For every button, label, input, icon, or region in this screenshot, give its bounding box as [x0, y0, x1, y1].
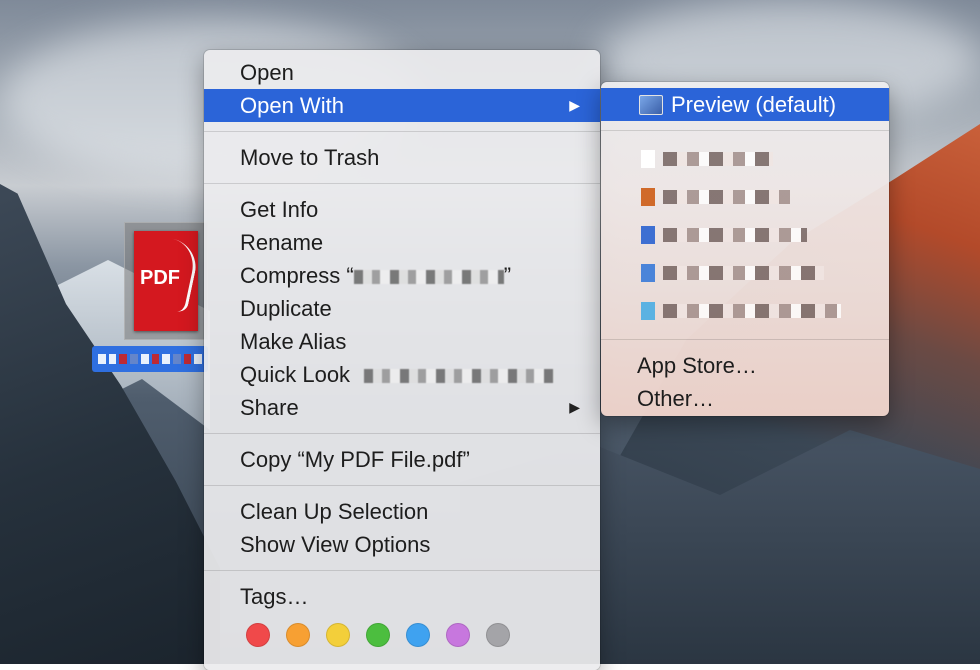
tag-green-dot[interactable] — [366, 623, 390, 647]
menu-item-label: Copy “My PDF File.pdf” — [240, 447, 470, 472]
pdf-thumbnail: PDF — [134, 231, 201, 331]
tag-color-row — [204, 613, 600, 647]
app-icon — [641, 188, 655, 206]
menu-item-copy[interactable]: Copy “My PDF File.pdf” — [204, 443, 600, 476]
tag-orange-dot[interactable] — [286, 623, 310, 647]
menu-separator — [601, 130, 889, 131]
redacted-app-name — [663, 228, 807, 242]
file-name-label-redacted[interactable] — [92, 346, 208, 372]
menu-item-app-redacted[interactable] — [601, 292, 889, 330]
menu-item-make-alias[interactable]: Make Alias — [204, 325, 600, 358]
menu-item-label: Make Alias — [240, 329, 347, 354]
menu-item-preview-default[interactable]: Preview (default) — [601, 88, 889, 121]
menu-item-label: Show View Options — [240, 532, 431, 557]
app-icon — [641, 150, 655, 168]
menu-item-label: Other… — [637, 386, 715, 411]
tag-gray-dot[interactable] — [486, 623, 510, 647]
redacted-filename — [353, 270, 504, 285]
menu-separator — [204, 183, 600, 184]
menu-item-label-suffix: ” — [503, 263, 512, 288]
menu-item-app-redacted[interactable] — [601, 216, 889, 254]
menu-item-label: Open With — [240, 93, 344, 118]
app-icon — [641, 226, 655, 244]
menu-item-app-store[interactable]: App Store… — [601, 349, 889, 382]
submenu-arrow-icon: ▶ — [569, 399, 580, 415]
menu-item-quick-look[interactable]: Quick Look — [204, 358, 600, 391]
redacted-app-name — [663, 304, 841, 318]
menu-item-share[interactable]: Share ▶ — [204, 391, 600, 424]
menu-item-open[interactable]: Open — [204, 56, 600, 89]
pdf-file-icon[interactable]: PDF — [124, 222, 208, 340]
menu-item-label: Move to Trash — [240, 145, 380, 170]
menu-item-rename[interactable]: Rename — [204, 226, 600, 259]
menu-item-label: App Store… — [637, 353, 757, 378]
menu-item-get-info[interactable]: Get Info — [204, 193, 600, 226]
menu-item-duplicate[interactable]: Duplicate — [204, 292, 600, 325]
submenu-arrow-icon: ▶ — [569, 97, 580, 113]
menu-item-label: Preview (default) — [671, 92, 837, 117]
context-menu: Open Open With ▶ Move to Trash Get Info … — [204, 50, 600, 670]
menu-item-label: Rename — [240, 230, 324, 255]
menu-item-app-redacted[interactable] — [601, 140, 889, 178]
menu-item-show-view-options[interactable]: Show View Options — [204, 528, 600, 561]
menu-item-clean-up-selection[interactable]: Clean Up Selection — [204, 495, 600, 528]
menu-item-label: Open — [240, 60, 294, 85]
menu-item-tags[interactable]: Tags… — [204, 580, 600, 613]
redacted-filename — [364, 369, 555, 384]
redacted-app-name — [663, 152, 773, 166]
menu-item-other[interactable]: Other… — [601, 382, 889, 415]
menu-item-compress[interactable]: Compress “ ” — [204, 259, 600, 292]
tag-blue-dot[interactable] — [406, 623, 430, 647]
open-with-submenu: Preview (default) App Store… Other… — [601, 82, 889, 416]
tag-purple-dot[interactable] — [446, 623, 470, 647]
menu-separator — [204, 433, 600, 434]
menu-item-label: Duplicate — [240, 296, 332, 321]
menu-item-open-with[interactable]: Open With ▶ — [204, 89, 600, 122]
app-list — [601, 140, 889, 330]
menu-item-label: Get Info — [240, 197, 319, 222]
menu-item-app-redacted[interactable] — [601, 178, 889, 216]
menu-separator — [601, 339, 889, 340]
menu-item-move-to-trash[interactable]: Move to Trash — [204, 141, 600, 174]
tag-yellow-dot[interactable] — [326, 623, 350, 647]
menu-item-label: Share — [240, 395, 299, 420]
tag-red-dot[interactable] — [246, 623, 270, 647]
preview-app-icon — [639, 95, 663, 115]
menu-separator — [204, 570, 600, 571]
menu-item-label: Tags… — [240, 584, 309, 609]
app-icon — [641, 302, 655, 320]
menu-separator — [204, 485, 600, 486]
signature-swoosh-icon — [158, 238, 201, 314]
menu-item-label: Compress “ — [240, 263, 354, 288]
menu-item-label: Quick Look — [240, 362, 351, 387]
redacted-app-name — [663, 190, 790, 204]
menu-item-app-redacted[interactable] — [601, 254, 889, 292]
redacted-app-name — [663, 266, 824, 280]
app-icon — [641, 264, 655, 282]
menu-separator — [204, 131, 600, 132]
menu-item-label: Clean Up Selection — [240, 499, 429, 524]
